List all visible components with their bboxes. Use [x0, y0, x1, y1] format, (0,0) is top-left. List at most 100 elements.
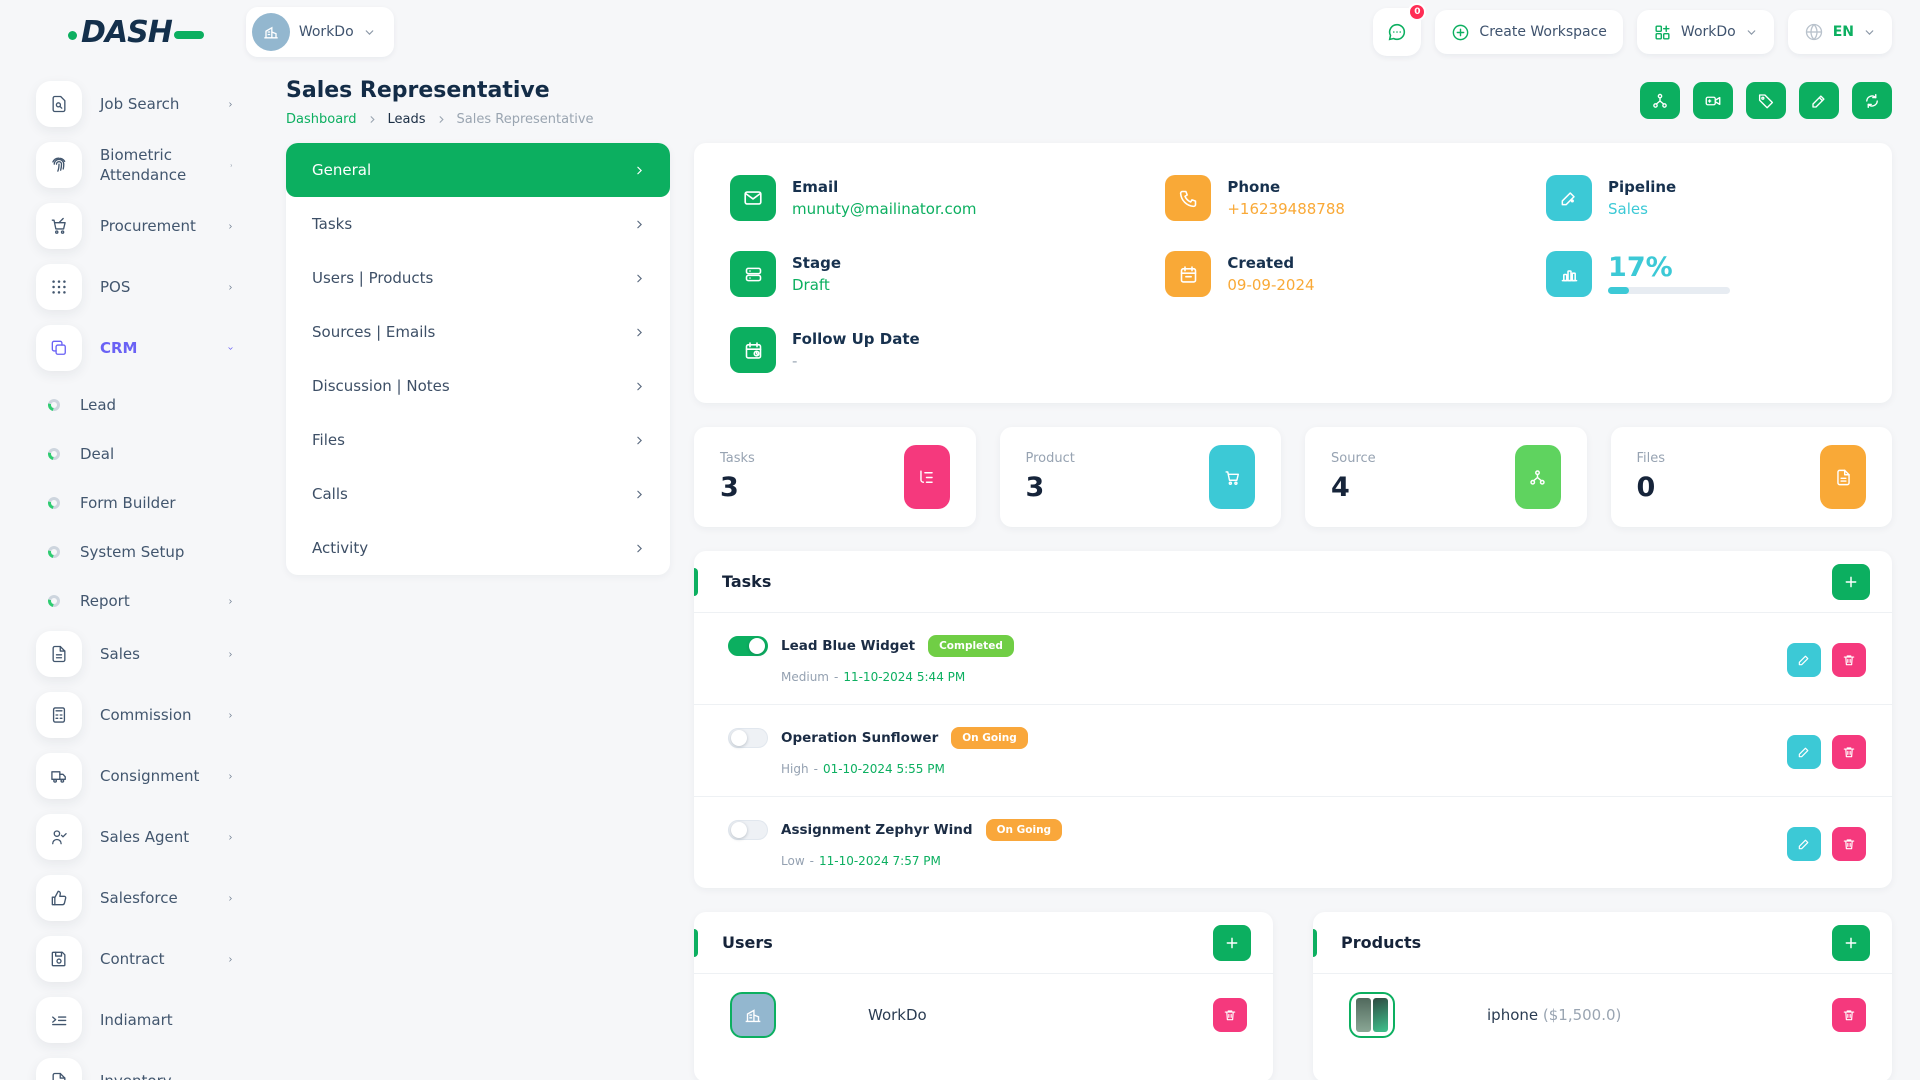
thumbs-up-icon — [36, 875, 82, 921]
app-menu-selector[interactable]: WorkDo — [1637, 10, 1774, 54]
add-user-button[interactable] — [1213, 925, 1251, 961]
task-status-badge: On Going — [986, 819, 1062, 841]
task-name: Lead Blue Widget — [781, 638, 915, 654]
sidebar-item-indiamart[interactable]: Indiamart — [36, 996, 240, 1044]
sidebar-item-inventory[interactable]: Inventory — [36, 1057, 240, 1080]
task-toggle[interactable] — [728, 728, 768, 748]
phone-icon — [1165, 175, 1211, 221]
convert-button[interactable] — [1852, 82, 1892, 119]
chevron-right-icon — [227, 648, 240, 661]
globe-icon — [1804, 22, 1824, 42]
chevron-down-icon — [227, 342, 240, 355]
task-toggle[interactable] — [728, 820, 768, 840]
chevron-right-icon — [227, 709, 240, 722]
sidebar-item-pos[interactable]: POS — [36, 263, 240, 311]
add-task-button[interactable] — [1832, 564, 1870, 600]
add-product-button[interactable] — [1832, 925, 1870, 961]
sidebar-item-procurement[interactable]: Procurement — [36, 202, 240, 250]
logo-dot — [68, 31, 77, 40]
lead-email: Email munuty@mailinator.com — [730, 175, 1149, 221]
save-icon — [36, 936, 82, 982]
breadcrumb-separator-icon — [436, 114, 447, 125]
trash-icon — [1842, 837, 1856, 851]
lead-progress: 17% — [1546, 251, 1856, 297]
edit-task-button[interactable] — [1787, 643, 1821, 677]
messages-count-badge: 0 — [1408, 3, 1426, 21]
chevron-right-icon — [633, 272, 646, 285]
task-meta: Low - 11-10-2024 7:57 PM — [781, 854, 1062, 868]
tasks-section-title: Tasks — [722, 572, 771, 591]
tab-sources-emails[interactable]: Sources | Emails — [286, 305, 670, 359]
delete-task-button[interactable] — [1832, 643, 1866, 677]
tab-calls[interactable]: Calls — [286, 467, 670, 521]
list-tree-icon — [904, 445, 950, 509]
task-toggle[interactable] — [728, 636, 768, 656]
sidebar-subitem-form-builder[interactable]: Form Builder — [36, 483, 240, 523]
chevron-right-icon — [633, 164, 646, 177]
lead-created: Created 09-09-2024 — [1165, 251, 1530, 297]
calendar-icon — [1165, 251, 1211, 297]
tab-users-products[interactable]: Users | Products — [286, 251, 670, 305]
stat-card-tasks: Tasks 3 — [694, 427, 976, 527]
sidebar-item-job-search[interactable]: Job Search — [36, 80, 240, 128]
sidebar-subitem-system-setup[interactable]: System Setup — [36, 532, 240, 572]
language-selector[interactable]: EN — [1788, 10, 1892, 54]
edit-task-button[interactable] — [1787, 735, 1821, 769]
convert-arrows-icon — [1863, 92, 1881, 110]
create-workspace-button[interactable]: Create Workspace — [1435, 10, 1623, 54]
delete-task-button[interactable] — [1832, 827, 1866, 861]
sitemap-button[interactable] — [1640, 82, 1680, 119]
bullet-icon — [48, 448, 60, 460]
pencil-icon — [1797, 837, 1811, 851]
task-row: Lead Blue Widget Completed Medium - 11-1… — [694, 613, 1892, 705]
create-workspace-label: Create Workspace — [1479, 24, 1607, 40]
delete-product-button[interactable] — [1832, 998, 1866, 1032]
sidebar-item-salesforce[interactable]: Salesforce — [36, 874, 240, 922]
chevron-right-icon — [227, 281, 240, 294]
chevron-right-icon — [229, 159, 240, 172]
task-row: Operation Sunflower On Going High - 01-1… — [694, 705, 1892, 797]
pencil-icon — [1810, 92, 1828, 110]
edit-task-button[interactable] — [1787, 827, 1821, 861]
sitemap-icon — [1515, 445, 1561, 509]
tab-tasks[interactable]: Tasks — [286, 197, 670, 251]
delete-user-button[interactable] — [1213, 998, 1247, 1032]
chevron-right-icon — [227, 892, 240, 905]
tab-activity[interactable]: Activity — [286, 521, 670, 575]
sidebar-subitem-deal[interactable]: Deal — [36, 434, 240, 474]
label-button[interactable] — [1746, 82, 1786, 119]
page-actions — [1640, 82, 1892, 119]
breadcrumb-leads[interactable]: Leads — [388, 112, 426, 127]
trash-icon — [1842, 1008, 1856, 1022]
user-row: WorkDo — [694, 974, 1273, 1056]
breadcrumb-dashboard[interactable]: Dashboard — [286, 112, 357, 127]
video-call-button[interactable] — [1693, 82, 1733, 119]
tab-general[interactable]: General — [286, 143, 670, 197]
sitemap-icon — [1651, 92, 1669, 110]
sidebar-item-biometric-attendance[interactable]: Biometric Attendance — [36, 141, 240, 189]
sidebar-item-consignment[interactable]: Consignment — [36, 752, 240, 800]
messages-button[interactable]: 0 — [1373, 8, 1421, 56]
chevron-down-icon — [363, 26, 376, 39]
tab-discussion-notes[interactable]: Discussion | Notes — [286, 359, 670, 413]
task-row: Assignment Zephyr Wind On Going Low - 11… — [694, 797, 1892, 888]
users-section-title: Users — [722, 933, 773, 952]
task-status-badge: Completed — [928, 635, 1014, 657]
sidebar-subitem-lead[interactable]: Lead — [36, 385, 240, 425]
tab-files[interactable]: Files — [286, 413, 670, 467]
sidebar-subitem-report[interactable]: Report — [36, 581, 240, 621]
sidebar-item-contract[interactable]: Contract — [36, 935, 240, 983]
sidebar-item-crm[interactable]: CRM — [36, 324, 240, 372]
building-icon — [261, 22, 281, 42]
delete-task-button[interactable] — [1832, 735, 1866, 769]
chevron-right-icon — [633, 434, 646, 447]
sidebar-item-sales-agent[interactable]: Sales Agent — [36, 813, 240, 861]
video-icon — [1704, 92, 1722, 110]
lead-overview-card: Email munuty@mailinator.com Phone +16239… — [694, 143, 1892, 403]
workspace-selector[interactable]: WorkDo — [246, 7, 394, 57]
sidebar-item-commission[interactable]: Commission — [36, 691, 240, 739]
chevron-right-icon — [633, 542, 646, 555]
edit-button[interactable] — [1799, 82, 1839, 119]
breadcrumb: Dashboard Leads Sales Representative — [286, 112, 594, 127]
sidebar-item-sales[interactable]: Sales — [36, 630, 240, 678]
